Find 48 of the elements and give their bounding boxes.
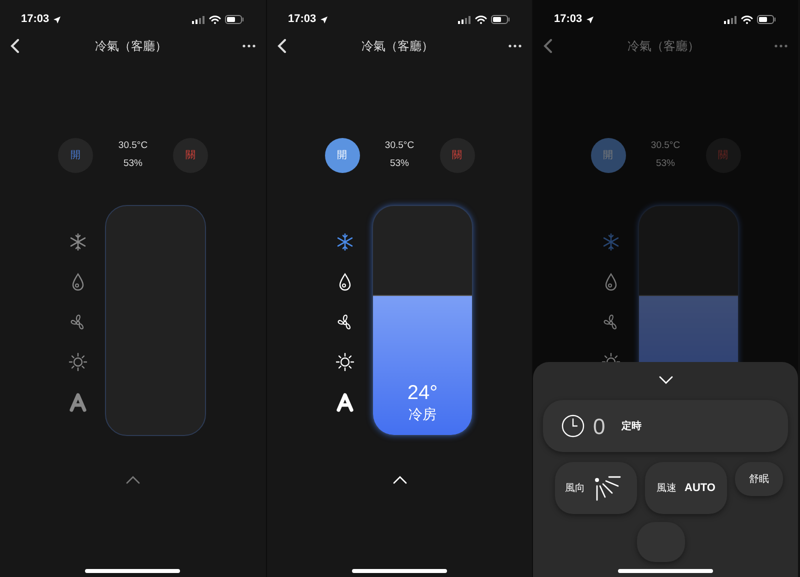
status-time: 17:03	[21, 12, 50, 28]
temperature-slider[interactable]	[105, 205, 206, 436]
temperature-reading: 30.5°C	[384, 139, 416, 153]
battery-icon	[491, 15, 510, 24]
power-off-button[interactable]: 關	[440, 138, 474, 172]
timer-card[interactable]: 0 定時	[543, 400, 788, 452]
signal-icon	[191, 15, 205, 24]
snowflake-icon[interactable]	[68, 232, 88, 252]
wind-direction-icon	[593, 474, 621, 502]
temperature-reading: 30.5°C	[117, 139, 149, 153]
back-icon[interactable]	[277, 39, 287, 53]
wifi-icon	[209, 15, 221, 24]
snowflake-icon[interactable]	[335, 232, 355, 252]
power-on-button[interactable]: 開	[58, 138, 93, 172]
wifi-icon	[475, 15, 487, 24]
signal-icon	[457, 15, 471, 24]
location-icon	[53, 16, 62, 24]
sleep-button[interactable]: 舒眠	[735, 462, 783, 496]
wind-direction-button[interactable]: 風向	[555, 462, 637, 514]
humidity-reading: 53%	[388, 157, 410, 171]
more-icon[interactable]	[508, 44, 522, 48]
status-time: 17:03	[554, 12, 582, 28]
temperature-reading: 30.5°C	[650, 139, 682, 153]
wifi-icon	[741, 15, 753, 24]
set-temperature: 24°	[407, 382, 438, 404]
clock-icon	[561, 414, 585, 438]
timer-label: 定時	[621, 419, 642, 434]
location-icon	[320, 16, 328, 24]
humidity-reading: 53%	[122, 157, 144, 171]
signal-icon	[723, 15, 737, 24]
power-on-button[interactable]: 開	[590, 138, 626, 172]
mode-label: 冷房	[408, 405, 436, 424]
battery-icon	[225, 15, 244, 24]
screen-title: 冷氣（客廳）	[362, 38, 434, 55]
location-icon	[586, 16, 594, 24]
timer-value: 0	[593, 412, 606, 440]
screen-title: 冷氣（客廳）	[628, 38, 700, 55]
status-time: 17:03	[288, 12, 316, 28]
chevron-down-icon[interactable]	[658, 376, 672, 384]
temperature-slider[interactable]: 24° 冷房	[372, 205, 473, 436]
screen-title: 冷氣（客廳）	[95, 38, 167, 55]
power-off-button[interactable]: 關	[173, 138, 208, 172]
more-icon[interactable]	[242, 44, 256, 48]
wind-speed-button[interactable]: 風速 AUTO	[645, 462, 727, 514]
humidity-reading: 53%	[654, 157, 676, 171]
battery-icon	[757, 15, 776, 24]
back-icon[interactable]	[10, 39, 20, 53]
power-on-button[interactable]: 開	[324, 138, 360, 172]
